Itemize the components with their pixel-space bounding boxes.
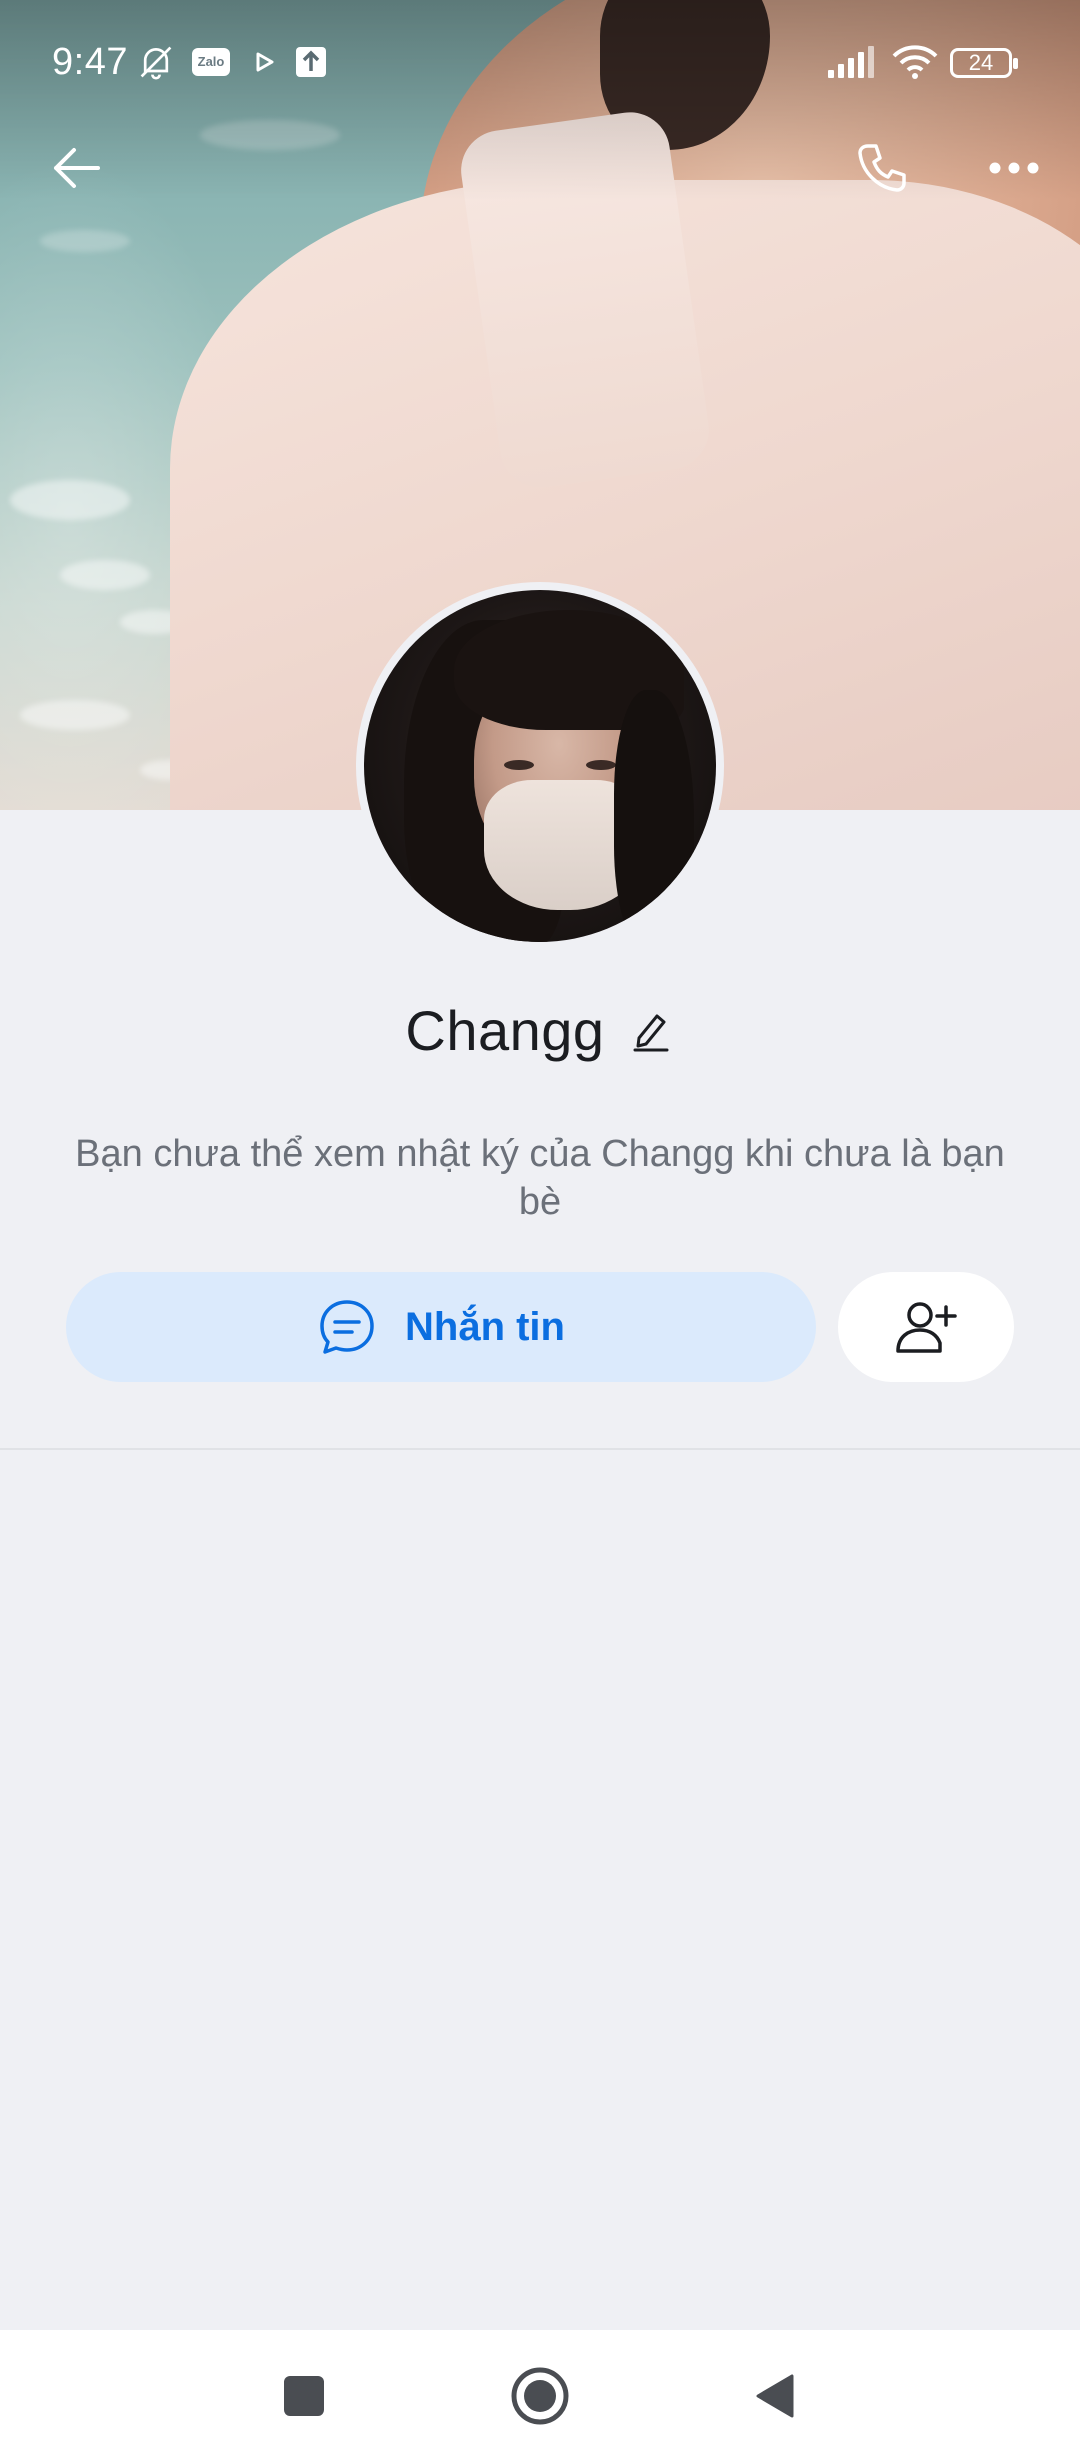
zalo-icon: Zalo bbox=[192, 48, 230, 76]
system-nav-bar bbox=[0, 2330, 1080, 2460]
message-button[interactable]: Nhắn tin bbox=[66, 1272, 816, 1382]
signal-icon bbox=[828, 46, 874, 78]
edit-name-button[interactable] bbox=[627, 1006, 675, 1054]
profile-name: Changg bbox=[405, 998, 605, 1062]
home-icon bbox=[511, 2367, 569, 2425]
recent-apps-button[interactable] bbox=[266, 2358, 342, 2434]
pencil-icon bbox=[633, 1014, 669, 1052]
battery-icon: 24 bbox=[950, 48, 1018, 78]
message-button-label: Nhắn tin bbox=[405, 1304, 565, 1349]
home-button[interactable] bbox=[502, 2358, 578, 2434]
add-user-icon bbox=[896, 1302, 957, 1353]
status-time: 9:47 bbox=[52, 41, 128, 83]
more-horizontal-icon bbox=[989, 162, 1039, 174]
section-divider bbox=[0, 1448, 1080, 1450]
wifi-icon bbox=[892, 45, 938, 79]
recent-apps-icon bbox=[284, 2376, 324, 2416]
private-diary-notice: Bạn chưa thể xem nhật ký của Changg khi … bbox=[75, 1133, 1005, 1223]
upload-icon bbox=[296, 47, 326, 77]
mute-alarm-icon bbox=[140, 46, 172, 80]
arrow-left-icon bbox=[54, 148, 100, 188]
phone-icon bbox=[858, 144, 906, 192]
name-row: Changg bbox=[0, 990, 1080, 1070]
profile-screen: 9:47 Zalo 24 Changg Bạn chưa thể xem nhậ… bbox=[0, 0, 1080, 2460]
back-button[interactable] bbox=[36, 128, 116, 208]
system-back-button[interactable] bbox=[736, 2358, 812, 2434]
play-icon bbox=[256, 52, 274, 72]
status-bar: 9:47 Zalo 24 bbox=[0, 0, 1080, 104]
add-friend-button[interactable] bbox=[838, 1272, 1014, 1382]
avatar[interactable] bbox=[364, 590, 716, 942]
chat-bubble-icon bbox=[320, 1300, 374, 1354]
more-button[interactable] bbox=[974, 128, 1054, 208]
call-button[interactable] bbox=[842, 128, 922, 208]
back-triangle-icon bbox=[756, 2374, 794, 2418]
